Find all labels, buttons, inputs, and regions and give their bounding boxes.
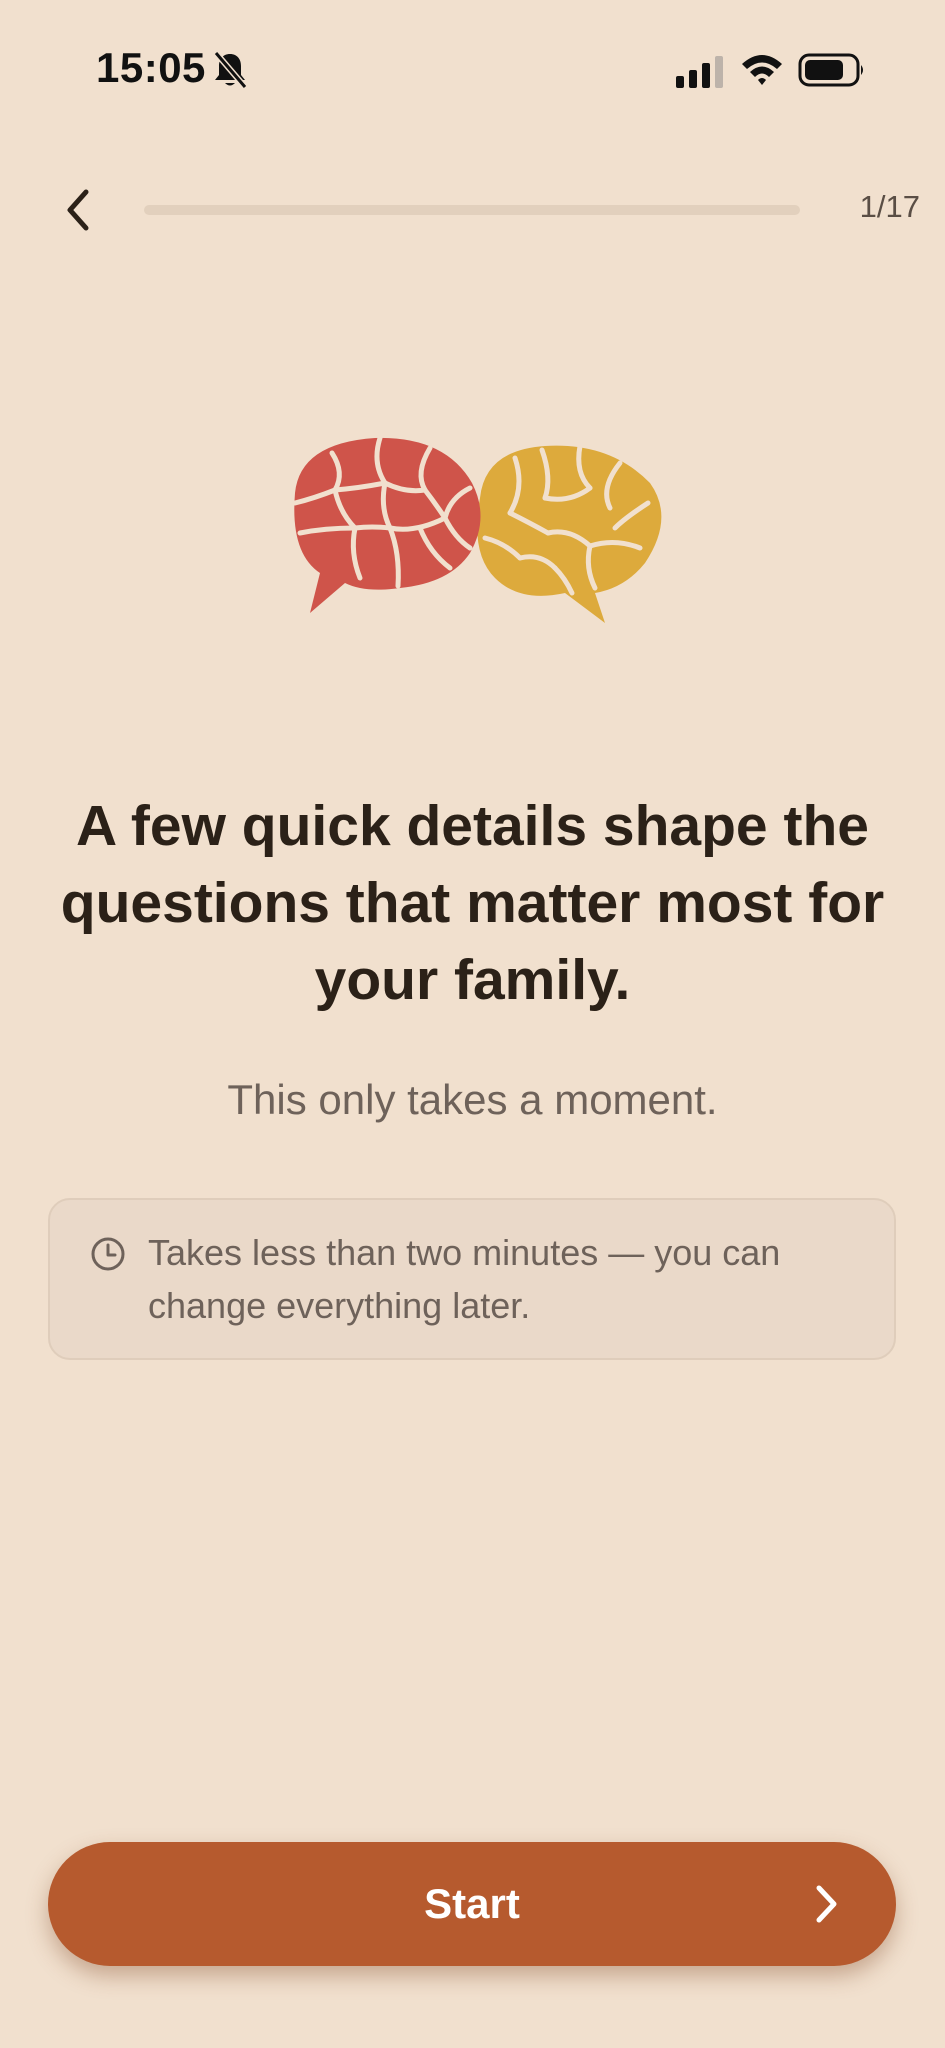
step-counter: 1/17 — [859, 189, 920, 224]
subtitle: This only takes a moment. — [227, 1076, 718, 1123]
status-time: 15:05 — [96, 44, 206, 91]
signal-icon — [676, 56, 726, 88]
wifi-icon — [740, 52, 784, 88]
speech-bubbles-icon — [280, 428, 665, 628]
bell-off-icon — [212, 50, 248, 90]
clock-icon — [90, 1236, 126, 1272]
progress-bar — [144, 205, 800, 215]
info-text: Takes less than two minutes — you can ch… — [148, 1232, 781, 1326]
headline: A few quick details shape the questions … — [60, 794, 885, 1012]
chevron-left-icon — [67, 189, 89, 231]
battery-icon — [798, 52, 866, 88]
status-bar: 15:05 — [0, 0, 945, 140]
start-button[interactable]: Start — [48, 1842, 896, 1966]
info-card: Takes less than two minutes — you can ch… — [48, 1198, 896, 1360]
chevron-right-icon — [804, 1882, 848, 1926]
back-button[interactable] — [50, 180, 110, 240]
start-button-label: Start — [424, 1880, 520, 1927]
